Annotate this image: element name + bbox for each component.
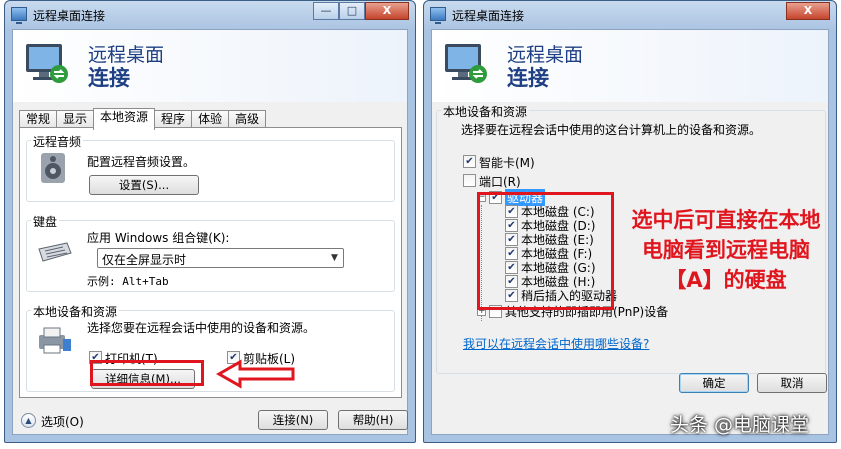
devices-printer-icon — [39, 327, 71, 354]
help-button[interactable]: 帮助(H) — [338, 410, 408, 430]
remote-desktop-monitor-icon — [445, 44, 487, 83]
local-devices-desc: 选择要在远程会话中使用的这台计算机上的设备和资源。 — [461, 123, 762, 137]
window-title: 远程桌面连接 — [33, 9, 106, 23]
options-toggle[interactable]: 选项(O) — [41, 413, 84, 430]
watermark: 头条 @电脑课堂 — [670, 414, 810, 436]
remote-audio-group: 远程音频 配置远程音频设置。 设置(S)... — [26, 133, 395, 202]
banner: 远程桌面 连接 — [13, 30, 407, 102]
local-devices-desc: 选择您要在远程会话中使用的设备和资源。 — [87, 321, 316, 335]
speaker-icon — [41, 153, 65, 183]
remote-desktop-icon — [430, 7, 446, 24]
devices-help-link[interactable]: 我可以在远程会话中使用哪些设备? — [463, 335, 649, 352]
keyboard-combo-label: 应用 Windows 组合键(K): — [87, 231, 230, 245]
ports-label: 端口(R) — [479, 175, 521, 189]
local-devices-group: 本地设备和资源 选择您要在远程会话中使用的设备和资源。 ✔ 打印机(T) ✔ 剪… — [26, 303, 395, 392]
keyboard-title: 键盘 — [31, 213, 60, 230]
banner: 远程桌面 连接 — [432, 30, 828, 102]
local-devices-title: 本地设备和资源 — [31, 303, 120, 320]
close-button[interactable]: X — [365, 2, 409, 20]
smartcard-checkbox[interactable]: ✔ — [463, 155, 476, 168]
window-controls: — □ X — [313, 2, 409, 20]
local-devices-title: 本地设备和资源 — [441, 103, 530, 120]
audio-settings-button[interactable]: 设置(S)... — [89, 175, 199, 195]
window-controls: X — [786, 2, 830, 20]
maximize-button[interactable]: □ — [339, 2, 365, 20]
title-bar[interactable]: 远程桌面连接 — □ X — [5, 1, 415, 29]
chevron-up-icon[interactable]: ▲ — [21, 413, 36, 428]
remote-audio-desc: 配置远程音频设置。 — [87, 155, 196, 169]
smartcard-label: 智能卡(M) — [479, 156, 535, 170]
annotation-text: 选中后可直接在本地电脑看到远程电脑【A】的硬盘 — [631, 208, 821, 292]
keyboard-icon — [38, 242, 72, 262]
window-title: 远程桌面连接 — [452, 9, 525, 23]
tab-strip: 常规 显示 本地资源 程序 体验 高级 — [19, 108, 267, 130]
title-bar[interactable]: 远程桌面连接 X — [424, 1, 836, 29]
select-value: 仅在全屏显示时 — [102, 253, 187, 267]
banner-subtitle: 连接 — [88, 66, 130, 90]
cancel-button[interactable]: 取消 — [757, 373, 827, 393]
banner-subtitle: 连接 — [507, 66, 549, 90]
dialog-client: 远程桌面 连接 常规 显示 本地资源 程序 体验 高级 远程音频 配置远程音频设… — [12, 29, 408, 435]
remote-desktop-monitor-icon — [26, 44, 68, 83]
red-arrow-icon — [216, 359, 295, 389]
close-button[interactable]: X — [786, 2, 830, 20]
chevron-down-icon: ▼ — [331, 253, 338, 263]
highlight-drives — [477, 192, 614, 310]
tab-local-resources[interactable]: 本地资源 — [93, 108, 156, 130]
remote-audio-title: 远程音频 — [31, 133, 84, 150]
remote-desktop-icon — [11, 7, 27, 24]
windows-key-combo-select[interactable]: 仅在全屏显示时 ▼ — [97, 248, 344, 268]
rdp-window-local-resources: 远程桌面连接 — □ X 远程桌面 连接 常规 显示 本地资源 程序 体验 高级… — [4, 0, 416, 443]
local-resources-panel: 远程音频 配置远程音频设置。 设置(S)... 键盘 应用 Windows 组合… — [19, 127, 402, 398]
highlight-details-button — [90, 360, 204, 386]
connect-button[interactable]: 连接(N) — [258, 410, 328, 430]
keyboard-example: 示例: Alt+Tab — [87, 275, 169, 288]
minimize-button[interactable]: — — [313, 2, 339, 20]
ports-checkbox[interactable] — [463, 174, 476, 187]
keyboard-group: 键盘 应用 Windows 组合键(K): 仅在全屏显示时 ▼ 示例: Alt+… — [26, 213, 395, 292]
ok-button[interactable]: 确定 — [679, 373, 749, 393]
